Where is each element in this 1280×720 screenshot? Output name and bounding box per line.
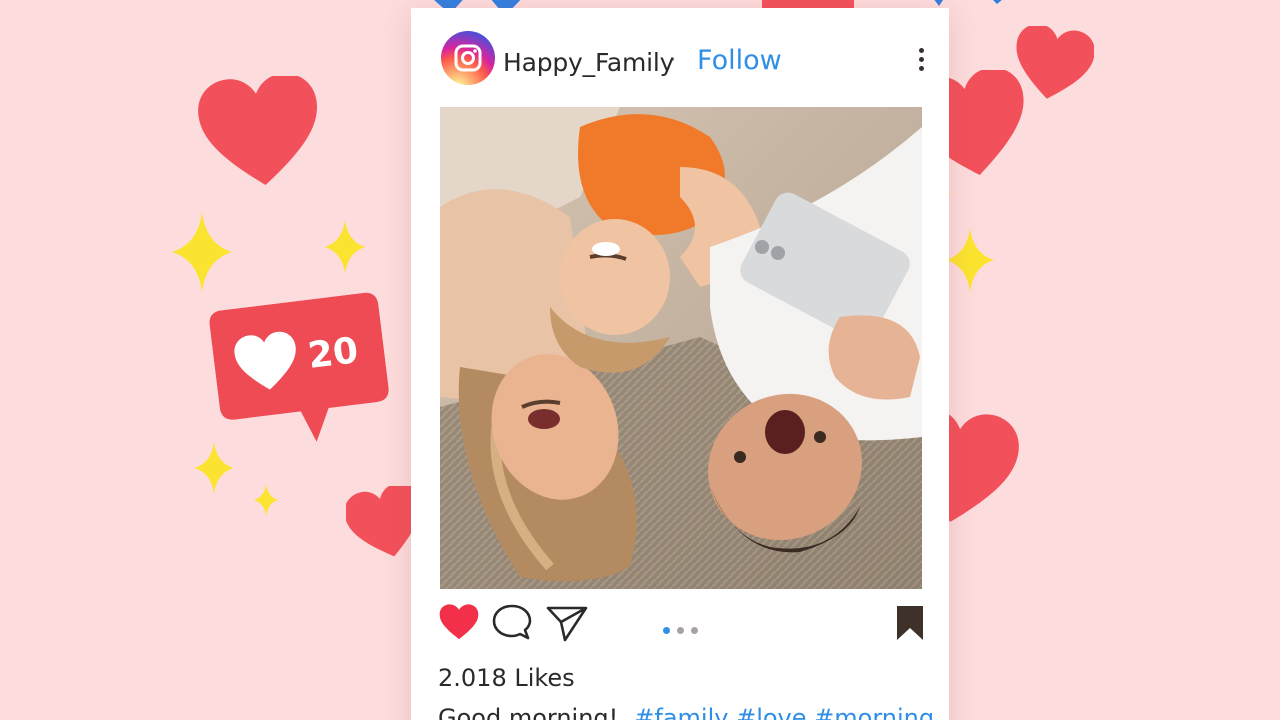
follow-button[interactable]: Follow <box>697 45 782 76</box>
sparkle-decoration <box>172 212 232 292</box>
more-vertical-icon[interactable] <box>912 44 930 78</box>
carousel-dot <box>691 627 698 634</box>
username[interactable]: Happy_Family <box>503 48 674 77</box>
sparkle-decoration <box>324 220 366 274</box>
notification-count: 20 <box>305 330 361 377</box>
carousel-dot <box>677 627 684 634</box>
caption-text: Good morning! <box>438 704 619 720</box>
heart-decoration-left-top <box>198 76 317 186</box>
separator-dot: · <box>669 48 676 73</box>
comment-icon[interactable] <box>491 602 533 642</box>
likes-count[interactable]: 2.018 Likes <box>438 664 575 692</box>
like-heart-icon[interactable] <box>438 602 480 642</box>
family-selfie-image <box>440 107 922 589</box>
caption-hashtags[interactable]: #family #love #morning <box>634 704 934 720</box>
share-send-icon[interactable] <box>545 602 589 642</box>
bookmark-icon[interactable] <box>895 604 925 642</box>
post-action-bar <box>411 598 949 648</box>
post-caption: Good morning! #family #love #morning <box>438 704 934 720</box>
avatar[interactable] <box>441 31 495 85</box>
carousel-dot-active <box>663 627 670 634</box>
post-photo[interactable] <box>440 107 922 589</box>
stage: 20 Happy_Family · Follow 2.018 Likes Goo… <box>0 0 1280 720</box>
instagram-logo-icon <box>454 44 482 72</box>
sparkle-decoration <box>254 484 278 516</box>
carousel-indicator <box>663 619 705 638</box>
sparkle-decoration <box>946 228 994 292</box>
heart-icon <box>234 331 296 390</box>
instagram-post-card: Happy_Family · Follow 2.018 Likes Good m… <box>411 8 949 720</box>
post-header: Happy_Family · Follow <box>411 8 949 108</box>
